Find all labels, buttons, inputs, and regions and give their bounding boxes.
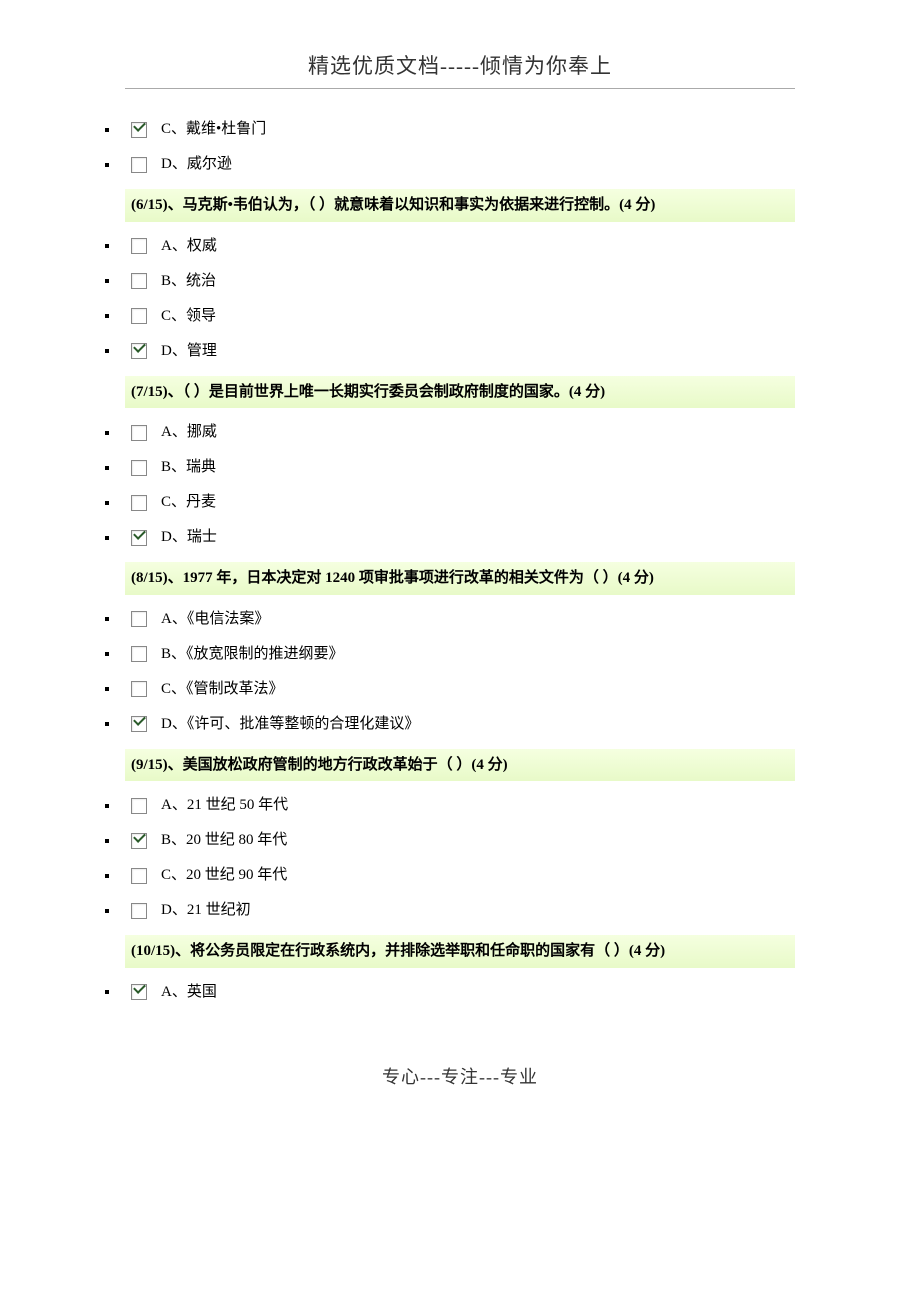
option-label: C、《管制改革法》 (161, 679, 284, 700)
option-checkbox[interactable] (131, 343, 147, 359)
option-row: C、戴维•杜鲁门 (105, 119, 795, 140)
option-checkbox[interactable] (131, 495, 147, 511)
option-label: C、领导 (161, 306, 216, 327)
bullet-icon (105, 652, 109, 656)
page-footer: 专心---专注---专业 (125, 1063, 795, 1089)
option-label: B、统治 (161, 271, 216, 292)
option-label: A、21 世纪 50 年代 (161, 795, 288, 816)
bullet-icon (105, 536, 109, 540)
bullet-icon (105, 163, 109, 167)
option-label: A、《电信法案》 (161, 609, 269, 630)
option-checkbox[interactable] (131, 425, 147, 441)
option-row: A、21 世纪 50 年代 (105, 795, 795, 816)
question-bar: (9/15)、美国放松政府管制的地方行政改革始于（ ）(4 分) (125, 749, 795, 782)
option-label: B、瑞典 (161, 457, 216, 478)
option-row: B、20 世纪 80 年代 (105, 830, 795, 851)
bullet-icon (105, 874, 109, 878)
bullet-icon (105, 687, 109, 691)
option-checkbox[interactable] (131, 868, 147, 884)
option-row: A、《电信法案》 (105, 609, 795, 630)
content-area: C、戴维•杜鲁门 D、威尔逊 (6/15)、马克斯•韦伯认为，（ ）就意味着以知识和… (125, 119, 795, 1003)
bullet-icon (105, 128, 109, 132)
bullet-icon (105, 349, 109, 353)
option-checkbox[interactable] (131, 308, 147, 324)
option-checkbox[interactable] (131, 530, 147, 546)
option-checkbox[interactable] (131, 646, 147, 662)
bullet-icon (105, 431, 109, 435)
option-label: C、20 世纪 90 年代 (161, 865, 287, 886)
question-bar: (10/15)、将公务员限定在行政系统内，并排除选举职和任命职的国家有（ ）(4… (125, 935, 795, 968)
option-row: B、《放宽限制的推进纲要》 (105, 644, 795, 665)
option-checkbox[interactable] (131, 833, 147, 849)
option-label: A、挪威 (161, 422, 217, 443)
page-title: 精选优质文档-----倾情为你奉上 (125, 50, 795, 89)
option-row: A、权威 (105, 236, 795, 257)
bullet-icon (105, 990, 109, 994)
option-row: D、威尔逊 (105, 154, 795, 175)
option-row: A、挪威 (105, 422, 795, 443)
option-label: C、戴维•杜鲁门 (161, 119, 266, 140)
bullet-icon (105, 804, 109, 808)
option-checkbox[interactable] (131, 798, 147, 814)
option-checkbox[interactable] (131, 460, 147, 476)
question-bar: (6/15)、马克斯•韦伯认为，（ ）就意味着以知识和事实为依据来进行控制。(4… (125, 189, 795, 222)
option-checkbox[interactable] (131, 984, 147, 1000)
bullet-icon (105, 617, 109, 621)
option-row: C、20 世纪 90 年代 (105, 865, 795, 886)
option-row: D、《许可、批准等整顿的合理化建议》 (105, 714, 795, 735)
bullet-icon (105, 466, 109, 470)
option-label: A、权威 (161, 236, 217, 257)
bullet-icon (105, 501, 109, 505)
option-label: D、21 世纪初 (161, 900, 251, 921)
option-label: D、管理 (161, 341, 217, 362)
question-bar: (8/15)、1977 年，日本决定对 1240 项审批事项进行改革的相关文件为… (125, 562, 795, 595)
bullet-icon (105, 722, 109, 726)
option-checkbox[interactable] (131, 681, 147, 697)
option-label: C、丹麦 (161, 492, 216, 513)
option-label: D、瑞士 (161, 527, 217, 548)
question-bar: (7/15)、（ ）是目前世界上唯一长期实行委员会制政府制度的国家。(4 分) (125, 376, 795, 409)
option-row: B、统治 (105, 271, 795, 292)
page-container: 精选优质文档-----倾情为你奉上 C、戴维•杜鲁门 D、威尔逊 (6/15)、马克… (0, 0, 920, 1129)
option-row: C、《管制改革法》 (105, 679, 795, 700)
option-row: C、丹麦 (105, 492, 795, 513)
bullet-icon (105, 909, 109, 913)
bullet-icon (105, 839, 109, 843)
option-label: A、英国 (161, 982, 217, 1003)
option-row: D、管理 (105, 341, 795, 362)
option-row: D、21 世纪初 (105, 900, 795, 921)
option-checkbox[interactable] (131, 157, 147, 173)
option-row: B、瑞典 (105, 457, 795, 478)
option-checkbox[interactable] (131, 716, 147, 732)
bullet-icon (105, 244, 109, 248)
bullet-icon (105, 279, 109, 283)
option-row: D、瑞士 (105, 527, 795, 548)
option-row: C、领导 (105, 306, 795, 327)
option-checkbox[interactable] (131, 611, 147, 627)
option-checkbox[interactable] (131, 122, 147, 138)
option-row: A、英国 (105, 982, 795, 1003)
option-label: B、20 世纪 80 年代 (161, 830, 287, 851)
option-checkbox[interactable] (131, 273, 147, 289)
option-checkbox[interactable] (131, 903, 147, 919)
option-label: D、《许可、批准等整顿的合理化建议》 (161, 714, 419, 735)
option-checkbox[interactable] (131, 238, 147, 254)
option-label: D、威尔逊 (161, 154, 232, 175)
option-label: B、《放宽限制的推进纲要》 (161, 644, 344, 665)
bullet-icon (105, 314, 109, 318)
